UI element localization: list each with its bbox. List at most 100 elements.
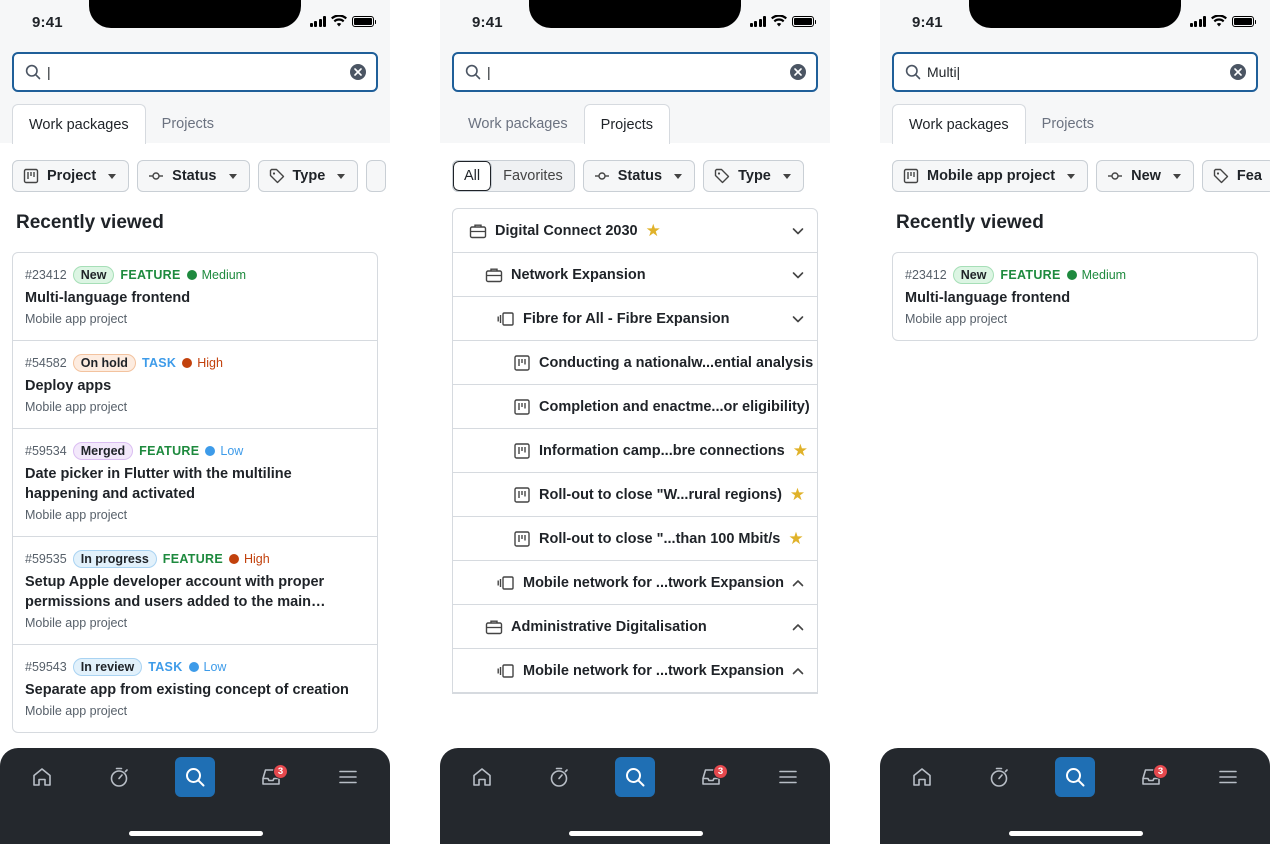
tab-inbox-button[interactable]: 3 [691, 757, 731, 797]
chevron-down-icon[interactable] [791, 312, 805, 326]
project-tree-row[interactable]: Network Expansion [453, 253, 817, 297]
more-filter[interactable] [366, 160, 387, 192]
tab-work-packages[interactable]: Work packages [12, 104, 146, 144]
tab-stopwatch-button[interactable] [979, 757, 1019, 797]
project-tree-row[interactable]: Administrative Digitalisation [453, 605, 817, 649]
favorite-star-icon[interactable]: ★ [790, 486, 805, 503]
cellular-signal-icon [749, 15, 766, 27]
tab-projects[interactable]: Projects [1026, 104, 1110, 144]
tab-stopwatch-button[interactable] [539, 757, 579, 797]
work-package-id: #59534 [25, 444, 67, 458]
segment-all[interactable]: All [453, 161, 493, 191]
status-filter-label: New [1131, 168, 1161, 184]
search-icon [626, 768, 645, 787]
project-name: Information camp...bre connections [539, 442, 785, 459]
tab-search-button[interactable] [175, 757, 215, 797]
work-package-row[interactable]: #59543 In review TASK Low Separate app from … [13, 645, 377, 732]
project-name: Roll-out to close "W...rural regions) [539, 486, 782, 503]
search-icon [465, 64, 481, 80]
chevron-up-icon[interactable] [791, 664, 805, 678]
wifi-icon [771, 15, 787, 27]
status-icons [309, 15, 376, 27]
search-input[interactable]: | [452, 52, 818, 92]
tab-menu-button[interactable] [1208, 757, 1248, 797]
status-time: 9:41 [912, 14, 943, 31]
tab-projects[interactable]: Projects [583, 104, 671, 144]
tab-inbox-button[interactable]: 3 [1131, 757, 1171, 797]
chevron-up-icon[interactable] [791, 576, 805, 590]
favorite-star-icon[interactable]: ★ [788, 530, 803, 547]
work-package-row[interactable]: #23412 New FEATURE Medium Multi-language fro… [893, 253, 1257, 340]
project-tree-row[interactable]: Roll-out to close "...than 100 Mbit/s ★ [453, 517, 817, 561]
search-icon [186, 768, 205, 787]
device-notch [89, 0, 301, 28]
project-filter[interactable]: Project [12, 160, 130, 192]
board-icon [513, 486, 531, 504]
tab-search-button[interactable] [1055, 757, 1095, 797]
work-package-row[interactable]: #59534 Merged FEATURE Low Date picker in Flu… [13, 429, 377, 537]
priority-dot-icon [205, 446, 216, 456]
tab-projects[interactable]: Projects [146, 104, 230, 144]
type-filter-label: Fea [1236, 168, 1262, 184]
project-tree-row[interactable]: Roll-out to close "W...rural regions) ★ [453, 473, 817, 517]
project-tree-row[interactable]: Digital Connect 2030 ★ [453, 209, 817, 253]
tab-work-packages[interactable]: Work packages [892, 104, 1026, 144]
project-name: Conducting a nationalw...ential analysis [539, 354, 814, 371]
tab-menu-button[interactable] [768, 757, 808, 797]
tab-menu-button[interactable] [328, 757, 368, 797]
tab-home-button[interactable] [462, 757, 502, 797]
clear-search-icon[interactable] [350, 64, 366, 80]
chevron-up-icon[interactable] [791, 620, 805, 634]
tab-stopwatch-button[interactable] [99, 757, 139, 797]
project-tree-row[interactable]: Fibre for All - Fibre Expansion [453, 297, 817, 341]
type-filter[interactable]: Type [257, 160, 359, 192]
status-icon [149, 172, 164, 180]
status-filter[interactable]: New [1096, 160, 1194, 192]
project-name: Digital Connect 2030 [495, 222, 638, 239]
work-package-title: Date picker in Flutter with the multilin… [25, 466, 292, 502]
chevron-down-icon[interactable] [791, 268, 805, 282]
chevron-down-icon [782, 173, 791, 179]
status-filter[interactable]: Status [582, 160, 696, 192]
program-icon [497, 574, 515, 592]
clear-search-icon[interactable] [1230, 64, 1246, 80]
search-input[interactable]: | [12, 52, 378, 92]
priority-indicator: High [229, 552, 270, 566]
notification-badge: 3 [1153, 764, 1168, 779]
favorite-star-icon[interactable]: ★ [793, 442, 808, 459]
clear-search-icon[interactable] [790, 64, 806, 80]
project-tree-row[interactable]: Completion and enactme...or eligibility) [453, 385, 817, 429]
status-badge: In progress [72, 550, 157, 568]
cellular-signal-icon [1189, 15, 1206, 27]
work-package-project: Mobile app project [25, 400, 128, 414]
search-input-value: Multi| [927, 64, 961, 80]
type-filter-label: Type [738, 168, 771, 184]
battery-icon [792, 15, 816, 27]
work-package-id: #23412 [25, 268, 67, 282]
work-package-project: Mobile app project [25, 508, 128, 522]
type-filter[interactable]: Fea [1201, 160, 1270, 192]
chevron-down-icon[interactable] [791, 224, 805, 238]
search-input[interactable]: Multi| [892, 52, 1258, 92]
work-package-row[interactable]: #54582 On hold TASK High Deploy apps Mobile a… [13, 341, 377, 429]
type-filter[interactable]: Type [703, 160, 804, 192]
project-tree-row[interactable]: Conducting a nationalw...ential analysis [453, 341, 817, 385]
favorite-star-icon[interactable]: ★ [646, 222, 661, 239]
status-filter[interactable]: Status [137, 160, 250, 192]
tab-home-button[interactable] [22, 757, 62, 797]
project-tree-row[interactable]: Mobile network for ...twork Expansion [453, 649, 817, 693]
priority-label: High [197, 356, 223, 370]
tab-work-packages[interactable]: Work packages [452, 104, 584, 144]
tab-home-button[interactable] [902, 757, 942, 797]
chevron-down-icon [108, 173, 117, 179]
segment-favorites[interactable]: Favorites [492, 161, 574, 191]
tab-inbox-button[interactable]: 3 [251, 757, 291, 797]
project-filter[interactable]: Mobile app project [892, 160, 1089, 192]
work-package-row[interactable]: #59535 In progress FEATURE High Setup Apple … [13, 537, 377, 645]
project-tree-row[interactable]: Mobile network for ...twork Expansion [453, 561, 817, 605]
program-icon [497, 310, 515, 328]
device-notch [529, 0, 741, 28]
work-package-row[interactable]: #23412 New FEATURE Medium Multi-language fro… [13, 253, 377, 341]
project-tree-row[interactable]: Information camp...bre connections ★ [453, 429, 817, 473]
tab-search-button[interactable] [615, 757, 655, 797]
